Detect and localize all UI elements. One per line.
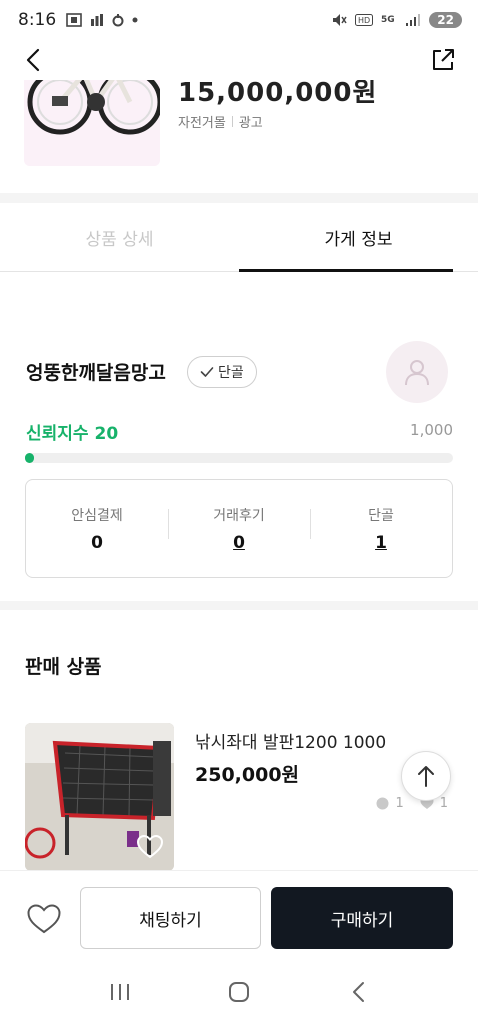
stat-value: 0: [91, 532, 103, 553]
user-icon: [405, 360, 429, 386]
stat-regulars[interactable]: 단골 1: [310, 505, 452, 553]
sales-section-title: 판매 상품: [25, 656, 102, 678]
meta-separator: [231, 116, 233, 127]
signal-icon: [406, 14, 421, 26]
stat-value[interactable]: 1: [375, 533, 387, 553]
status-time: 8:16: [18, 10, 57, 30]
product-image: [24, 80, 160, 166]
trust-score-label: 신뢰지수 20: [26, 419, 118, 444]
section-divider: [0, 601, 478, 610]
product-summary[interactable]: 15,000,000원 자전거몰 광고: [0, 80, 478, 190]
screenshot-icon: [66, 13, 82, 27]
stat-label: 거래후기: [213, 507, 265, 524]
trust-score-value: 20: [94, 424, 119, 444]
back-button[interactable]: [26, 48, 40, 72]
chat-button[interactable]: 채팅하기: [80, 887, 261, 949]
status-icons-left: [66, 13, 138, 27]
dot-icon: [132, 17, 138, 23]
back-nav-button[interactable]: [338, 972, 378, 1012]
bottom-action-bar: 채팅하기 구매하기: [0, 870, 478, 960]
trust-label-text: 신뢰지수: [26, 424, 89, 444]
chat-bubble-icon: [376, 797, 389, 810]
buy-button[interactable]: 구매하기: [271, 887, 453, 949]
battery-icon: 22: [429, 12, 462, 28]
check-icon: [200, 367, 214, 377]
trust-score-max: 1,000: [410, 421, 453, 439]
heart-outline-icon: [27, 904, 61, 934]
status-bar: 8:16 HD 5G 22: [0, 0, 478, 40]
like-count: 1: [439, 796, 448, 811]
tab-store-info[interactable]: 가게 정보: [239, 204, 478, 272]
trust-progress-bar: [25, 453, 453, 463]
store-stats: 안심결제 0 거래후기 0 단골 1: [25, 479, 453, 578]
header: [0, 40, 478, 80]
home-icon: [228, 982, 249, 1002]
regular-customer-button[interactable]: 단골: [187, 356, 257, 388]
ad-tag: 광고: [238, 116, 263, 131]
product-meta: 자전거몰 광고: [178, 112, 263, 131]
chevron-left-icon: [26, 48, 40, 72]
store-avatar[interactable]: [386, 341, 448, 403]
share-external-icon: [433, 49, 454, 70]
sale-item-title[interactable]: 낚시좌대 발판1200 1000: [195, 728, 386, 753]
section-divider: [0, 193, 478, 203]
mute-icon: [333, 14, 347, 26]
chat-count: 1: [395, 796, 404, 811]
tab-product-detail[interactable]: 상품 상세: [0, 204, 239, 271]
tab-bar: 상품 상세 가게 정보: [0, 204, 478, 272]
sale-item-price: 250,000원: [195, 764, 300, 786]
status-right: HD 5G 22: [331, 12, 462, 28]
svg-text:HD: HD: [358, 16, 370, 25]
system-nav-bar: [0, 960, 478, 1024]
stat-label: 단골: [368, 507, 394, 524]
product-category: 자전거몰: [178, 116, 226, 131]
stat-value[interactable]: 0: [233, 533, 245, 553]
hd-icon: HD: [355, 14, 374, 26]
stat-reviews[interactable]: 거래후기 0: [168, 505, 310, 553]
like-button[interactable]: [26, 903, 62, 935]
data-icon: [91, 14, 104, 26]
regular-badge-label: 단골: [218, 365, 244, 381]
home-button[interactable]: [219, 972, 259, 1012]
sale-item-image[interactable]: [25, 723, 174, 871]
arrow-up-icon: [418, 766, 434, 787]
stat-label: 안심결제: [71, 507, 123, 524]
trust-progress-fill: [25, 453, 34, 463]
svg-text:5G: 5G: [381, 15, 395, 25]
back-nav-icon: [353, 982, 365, 1002]
bicycle-image: [24, 80, 160, 166]
heart-outline-icon[interactable]: [137, 835, 163, 859]
share-button[interactable]: [430, 47, 456, 73]
status-left: 8:16: [18, 10, 138, 30]
scroll-to-top-button[interactable]: [401, 751, 451, 801]
notification-icon: [112, 14, 124, 27]
5g-icon: 5G: [381, 15, 395, 25]
stat-safe-payment: 안심결제 0: [26, 505, 168, 553]
recent-apps-icon: [110, 984, 129, 1000]
store-name[interactable]: 엉뚱한깨달음망고: [26, 358, 166, 385]
recent-apps-button[interactable]: [100, 972, 140, 1012]
product-price: 15,000,000원: [178, 80, 378, 108]
